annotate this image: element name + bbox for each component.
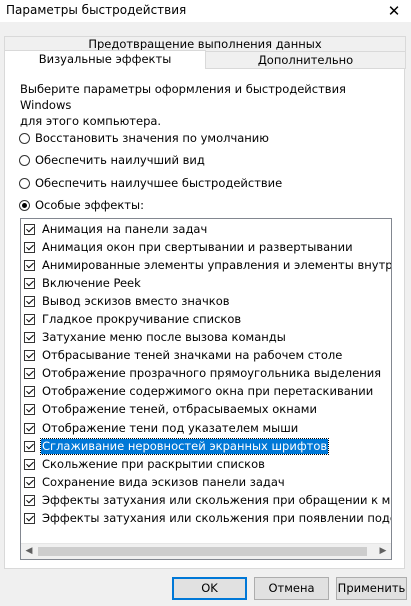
effect-label: Отображение теней, отбрасываемых окнами bbox=[42, 402, 317, 417]
cancel-button[interactable]: Отмена bbox=[254, 577, 329, 600]
radio-custom[interactable]: Особые эффекты: bbox=[19, 197, 144, 213]
checkbox-icon[interactable] bbox=[24, 241, 35, 253]
checkbox-icon[interactable] bbox=[24, 295, 35, 307]
apply-button[interactable]: Применить bbox=[336, 577, 407, 600]
effect-label: Эффекты затухания или скольжения при обр… bbox=[42, 492, 392, 507]
checkbox-icon[interactable] bbox=[24, 332, 35, 344]
effect-item[interactable]: Включение Peek bbox=[21, 274, 391, 292]
horizontal-scrollbar[interactable]: ◀ ▶ bbox=[21, 543, 391, 559]
checkbox-icon[interactable] bbox=[24, 277, 35, 289]
radio-button-icon[interactable] bbox=[19, 154, 30, 166]
effect-label: Анимированные элементы управления и элем… bbox=[42, 257, 392, 272]
effect-label: Анимация на панели задач bbox=[42, 221, 208, 236]
radio-label: Обеспечить наилучший вид bbox=[35, 153, 205, 167]
effect-item[interactable]: Гладкое прокручивание списков bbox=[21, 310, 391, 328]
effect-item[interactable]: Скольжение при раскрытии списков bbox=[21, 455, 391, 473]
effect-label: Включение Peek bbox=[42, 275, 141, 290]
ok-button[interactable]: OK bbox=[172, 577, 247, 600]
effect-label: Вывод эскизов вместо значков bbox=[42, 293, 230, 308]
effect-item[interactable]: Отображение прозрачного прямоугольника в… bbox=[21, 365, 391, 383]
radio-best-appearance[interactable]: Обеспечить наилучший вид bbox=[19, 152, 205, 168]
effect-item[interactable]: Отбрасывание теней значками на рабочем с… bbox=[21, 347, 391, 365]
tab-data-execution-prevention[interactable]: Предотвращение выполнения данных bbox=[4, 36, 406, 51]
checkbox-icon[interactable] bbox=[24, 494, 35, 506]
visual-effects-panel: Выберите параметры оформления и быстроде… bbox=[4, 67, 405, 569]
effect-item[interactable]: Отображение тени под указателем мыши bbox=[21, 419, 391, 437]
radio-label: Особые эффекты: bbox=[35, 198, 144, 212]
scroll-left-icon[interactable]: ◀ bbox=[21, 544, 37, 559]
checkbox-icon[interactable] bbox=[24, 223, 35, 235]
checkbox-icon[interactable] bbox=[24, 440, 35, 452]
scrollbar-thumb[interactable] bbox=[38, 547, 367, 556]
effect-item[interactable]: Сглаживание неровностей экранных шрифтов bbox=[21, 437, 391, 455]
radio-button-icon[interactable] bbox=[19, 199, 30, 211]
effect-item[interactable]: Анимация на панели задач bbox=[21, 220, 391, 238]
tab-advanced[interactable]: Дополнительно bbox=[205, 51, 406, 69]
effect-label: Сглаживание неровностей экранных шрифтов bbox=[39, 437, 330, 455]
checkbox-icon[interactable] bbox=[24, 259, 35, 271]
effect-item[interactable]: Сохранение вида эскизов панели задач bbox=[21, 473, 391, 491]
effect-label: Скольжение при раскрытии списков bbox=[42, 456, 265, 471]
radio-label: Восстановить значения по умолчанию bbox=[35, 131, 269, 145]
effect-label: Сохранение вида эскизов панели задач bbox=[42, 474, 285, 489]
effect-label: Эффекты затухания или скольжения при поя… bbox=[42, 511, 392, 526]
checkbox-icon[interactable] bbox=[24, 350, 35, 362]
checkbox-icon[interactable] bbox=[24, 314, 35, 326]
radio-label: Обеспечить наилучшее быстродействие bbox=[35, 176, 283, 190]
effect-label: Затухание меню после вызова команды bbox=[42, 330, 286, 345]
checkbox-icon[interactable] bbox=[24, 513, 35, 525]
effect-label: Анимация окон при свертывании и разверты… bbox=[42, 239, 353, 254]
checkbox-icon[interactable] bbox=[24, 386, 35, 398]
effect-item[interactable]: Отображение теней, отбрасываемых окнами bbox=[21, 401, 391, 419]
effect-label: Отображение тени под указателем мыши bbox=[42, 420, 299, 435]
window-title: Параметры быстродействия bbox=[6, 3, 187, 17]
effect-item[interactable]: Отображение содержимого окна при перетас… bbox=[21, 383, 391, 401]
description-text: Выберите параметры оформления и быстроде… bbox=[20, 82, 346, 128]
effect-label: Гладкое прокручивание списков bbox=[42, 312, 242, 327]
checkbox-icon[interactable] bbox=[24, 368, 35, 380]
checkbox-icon[interactable] bbox=[24, 476, 35, 488]
radio-button-icon[interactable] bbox=[19, 177, 30, 189]
effect-item[interactable]: Вывод эскизов вместо значков bbox=[21, 292, 391, 310]
radio-restore-defaults[interactable]: Восстановить значения по умолчанию bbox=[19, 130, 269, 146]
title-bar: Параметры быстродействия ✕ bbox=[0, 0, 411, 22]
effect-item[interactable]: Анимированные элементы управления и элем… bbox=[21, 256, 391, 274]
effect-item[interactable]: Эффекты затухания или скольжения при поя… bbox=[21, 510, 391, 528]
close-icon[interactable]: ✕ bbox=[377, 0, 411, 22]
effect-label: Отбрасывание теней значками на рабочем с… bbox=[42, 348, 343, 363]
effect-label: Отображение содержимого окна при перетас… bbox=[42, 384, 374, 399]
effects-list[interactable]: Анимация на панели задач Анимация окон пр… bbox=[20, 218, 392, 560]
tab-visual-effects[interactable]: Визуальные эффекты bbox=[4, 50, 206, 69]
checkbox-icon[interactable] bbox=[24, 404, 35, 416]
effect-item[interactable]: Анимация окон при свертывании и разверты… bbox=[21, 238, 391, 256]
effects-list-items: Анимация на панели задач Анимация окон пр… bbox=[21, 220, 391, 528]
radio-best-performance[interactable]: Обеспечить наилучшее быстродействие bbox=[19, 175, 282, 191]
checkbox-icon[interactable] bbox=[24, 422, 35, 434]
radio-button-icon[interactable] bbox=[19, 132, 30, 144]
checkbox-icon[interactable] bbox=[24, 458, 35, 470]
scroll-right-icon[interactable]: ▶ bbox=[375, 544, 391, 559]
effect-item[interactable]: Затухание меню после вызова команды bbox=[21, 329, 391, 347]
effect-label: Отображение прозрачного прямоугольника в… bbox=[42, 366, 382, 381]
effect-item[interactable]: Эффекты затухания или скольжения при обр… bbox=[21, 491, 391, 509]
